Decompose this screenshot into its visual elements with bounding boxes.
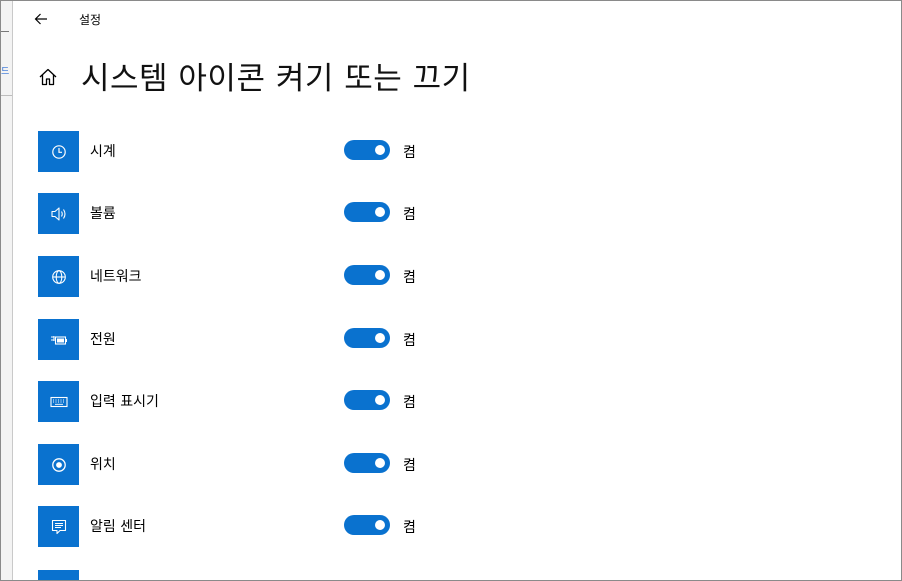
network-toggle[interactable] — [344, 265, 390, 285]
item-label: 시계 — [90, 144, 116, 160]
power-toggle[interactable] — [344, 328, 390, 348]
item-label: 알림 센터 — [90, 519, 146, 535]
title-bar: 설정 — [13, 1, 901, 37]
list-item-power: 전원 켬 — [38, 319, 478, 361]
toggle-knob — [375, 333, 385, 343]
app-title: 설정 — [79, 13, 102, 27]
list-item-network: 네트워크 켬 — [38, 256, 478, 298]
item-label: 전원 — [90, 332, 116, 348]
toggle-state: 켬 — [403, 458, 416, 474]
home-button[interactable] — [35, 63, 61, 91]
action-center-toggle[interactable] — [344, 515, 390, 535]
toggle-state: 켬 — [403, 520, 416, 536]
list-item-input-indicator: 입력 표시기 켬 — [38, 381, 478, 423]
item-label: 위치 — [90, 457, 116, 473]
toggle-knob — [375, 207, 385, 217]
power-tile — [38, 319, 79, 360]
page-title: 시스템 아이콘 켜기 또는 끄기 — [81, 61, 471, 97]
list-item-location: 위치 켬 — [38, 444, 478, 486]
toggle-state: 켬 — [403, 395, 416, 411]
location-icon — [51, 457, 66, 472]
toggle-state: 켬 — [403, 207, 416, 223]
toggle-knob — [375, 458, 385, 468]
clock-icon — [51, 144, 66, 159]
background-window-edge: 드 — [1, 1, 13, 580]
volume-icon — [50, 206, 66, 221]
item-label: 볼륨 — [90, 206, 116, 222]
toggle-knob — [375, 395, 385, 405]
toggle-knob — [375, 270, 385, 280]
toggle-knob — [375, 520, 385, 530]
clock-toggle[interactable] — [344, 140, 390, 160]
network-tile — [38, 256, 79, 297]
input-indicator-tile — [38, 381, 79, 422]
next-item-tile — [38, 570, 79, 580]
back-button[interactable] — [27, 5, 55, 33]
toggle-state: 켬 — [403, 270, 416, 286]
keyboard-icon — [49, 396, 68, 407]
list-item-clock: 시계 켬 — [38, 131, 478, 173]
back-arrow-icon — [34, 13, 47, 25]
toggle-state: 켬 — [403, 145, 416, 161]
volume-toggle[interactable] — [344, 202, 390, 222]
toggle-state: 켬 — [403, 333, 416, 349]
settings-window: 드 설정 시스템 아이콘 켜기 또는 끄기 시계 켬 볼륨 켬 네트워크 켬 전… — [0, 0, 902, 581]
item-label: 네트워크 — [90, 269, 142, 285]
location-toggle[interactable] — [344, 453, 390, 473]
list-item-action-center: 알림 센터 켬 — [38, 506, 478, 548]
toggle-knob — [375, 145, 385, 155]
clock-tile — [38, 131, 79, 172]
network-icon — [51, 269, 66, 284]
list-item-volume: 볼륨 켬 — [38, 193, 478, 235]
item-label: 입력 표시기 — [90, 394, 159, 410]
action-center-tile — [38, 506, 79, 547]
background-divider — [1, 31, 9, 32]
location-tile — [38, 444, 79, 485]
background-link-fragment[interactable]: 드 — [1, 65, 9, 79]
action-center-icon — [51, 519, 66, 534]
background-divider — [1, 95, 12, 96]
power-icon — [50, 335, 67, 345]
input-indicator-toggle[interactable] — [344, 390, 390, 410]
volume-tile — [38, 193, 79, 234]
home-icon — [39, 68, 57, 86]
